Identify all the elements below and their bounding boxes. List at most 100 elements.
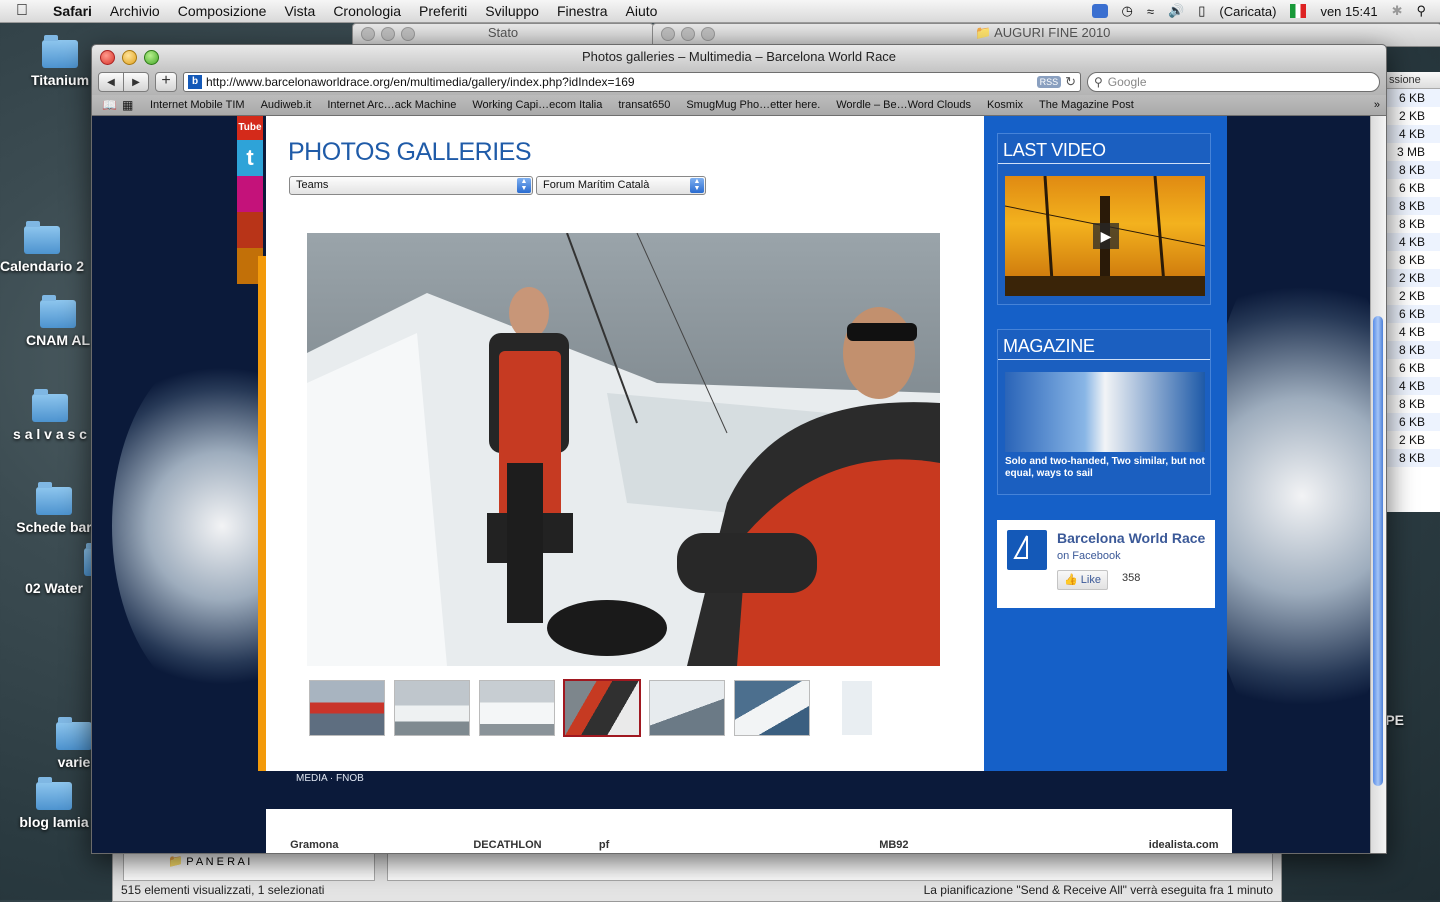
play-icon[interactable]: ▶ bbox=[1093, 223, 1119, 249]
scrollbar-thumb[interactable] bbox=[1373, 316, 1383, 786]
magazine-thumbnail[interactable] bbox=[1005, 372, 1205, 452]
menu-finestra[interactable]: Finestra bbox=[548, 3, 617, 19]
bookmark-item[interactable]: Audiweb.it bbox=[253, 99, 320, 111]
battery-icon[interactable]: ▯ bbox=[1198, 3, 1205, 19]
bluetooth-icon[interactable]: ✱ bbox=[1392, 3, 1403, 19]
wifi-icon[interactable]: ≈ bbox=[1147, 4, 1154, 19]
youtube-icon[interactable]: Tube bbox=[237, 116, 263, 140]
sponsor-logo[interactable]: MB92 bbox=[846, 839, 943, 853]
bookmark-item[interactable]: Wordle – Be…Word Clouds bbox=[828, 99, 979, 111]
volume-icon[interactable]: 🔊 bbox=[1168, 3, 1184, 19]
desktop-icon-blog[interactable]: blog lamia bbox=[4, 777, 104, 830]
magazine-caption[interactable]: Solo and two-handed, Two similar, but no… bbox=[1005, 456, 1205, 480]
spotlight-icon[interactable]: ⚲ bbox=[1416, 3, 1426, 19]
team-select[interactable]: Teams ▲ ▼ bbox=[289, 176, 533, 195]
bookmark-item[interactable]: Working Capi…ecom Italia bbox=[464, 99, 610, 111]
back-button[interactable]: ◀ bbox=[98, 72, 124, 92]
bookmarks-bar: 📖 ▦ Internet Mobile TIM Audiweb.it Inter… bbox=[92, 95, 1386, 116]
url-text[interactable]: http://www.barcelonaworldrace.org/en/mul… bbox=[206, 75, 1033, 89]
sponsor-logo[interactable]: Gramona bbox=[266, 839, 363, 853]
message-pane[interactable] bbox=[387, 853, 1273, 881]
reload-icon[interactable]: ↻ bbox=[1065, 74, 1076, 90]
thumbs-up-icon: 👍 bbox=[1064, 574, 1078, 586]
time-machine-icon[interactable]: ◷ bbox=[1122, 3, 1133, 19]
vertical-scrollbar[interactable] bbox=[1370, 116, 1386, 853]
sponsor-logo[interactable]: pf bbox=[556, 839, 653, 853]
reading-list-icon[interactable]: 📖 bbox=[102, 98, 118, 112]
gallery-thumbnail[interactable] bbox=[649, 680, 725, 736]
sponsor-logo[interactable] bbox=[749, 851, 846, 853]
last-video-thumbnail[interactable]: ▶ bbox=[1005, 176, 1205, 296]
menu-composizione[interactable]: Composizione bbox=[169, 3, 276, 19]
rss-button[interactable]: RSS bbox=[1036, 76, 1062, 88]
menu-cronologia[interactable]: Cronologia bbox=[324, 3, 410, 19]
bookmark-item[interactable]: Internet Mobile TIM bbox=[142, 99, 253, 111]
menu-safari[interactable]: Safari bbox=[44, 3, 101, 19]
bookmark-item[interactable]: transat650 bbox=[610, 99, 678, 111]
desktop-icon-schede[interactable]: Schede bar bbox=[4, 482, 104, 535]
menu-preferiti[interactable]: Preferiti bbox=[410, 3, 476, 19]
column-header[interactable]: ssione bbox=[1385, 72, 1440, 89]
menu-archivio[interactable]: Archivio bbox=[101, 3, 169, 19]
desktop-icon-calendario[interactable]: Calendario 2 bbox=[0, 221, 92, 274]
folder-icon bbox=[36, 777, 72, 810]
gallery-thumbnail[interactable] bbox=[819, 680, 895, 736]
zoom-button[interactable] bbox=[144, 50, 159, 65]
safari-window[interactable]: Photos galleries – Multimedia – Barcelon… bbox=[91, 44, 1387, 854]
file-size-cell: 6 KB bbox=[1385, 89, 1440, 107]
menu-aiuto[interactable]: Aiuto bbox=[617, 3, 667, 19]
mailbox-item[interactable]: P A N E R A I bbox=[186, 856, 250, 868]
top-sites-grid-icon[interactable]: ▦ bbox=[122, 98, 138, 112]
sponsor-logo[interactable]: idealista.com bbox=[1135, 839, 1232, 853]
title-bar[interactable]: Photos galleries – Multimedia – Barcelon… bbox=[92, 45, 1386, 69]
file-size-cell: 8 KB bbox=[1385, 341, 1440, 359]
gallery-thumbnail[interactable] bbox=[479, 680, 555, 736]
gallery-thumbnail[interactable] bbox=[734, 680, 810, 736]
bookmark-item[interactable]: The Magazine Post bbox=[1031, 99, 1142, 111]
file-size-cell: 2 KB bbox=[1385, 269, 1440, 287]
sponsor-logo[interactable] bbox=[942, 851, 1039, 853]
bookmark-item[interactable]: Kosmix bbox=[979, 99, 1031, 111]
gallery-thumbnail[interactable] bbox=[309, 680, 385, 736]
search-field[interactable]: ⚲ Google bbox=[1087, 72, 1380, 92]
clock[interactable]: ven 15:41 bbox=[1320, 4, 1377, 19]
main-gallery-photo[interactable] bbox=[307, 233, 940, 666]
gallery-thumbnail-selected[interactable] bbox=[563, 679, 641, 737]
close-button[interactable] bbox=[100, 50, 115, 65]
gallery-thumbnail[interactable] bbox=[394, 680, 470, 736]
menu-vista[interactable]: Vista bbox=[275, 3, 324, 19]
sponsor-logo[interactable] bbox=[652, 851, 749, 853]
page-title: PHOTOS GALLERIES bbox=[288, 138, 532, 166]
sponsor-logo[interactable] bbox=[1039, 851, 1136, 853]
forward-button[interactable]: ▶ bbox=[123, 72, 149, 92]
menu-bar:  Safari Archivio Composizione Vista Cro… bbox=[0, 0, 1440, 23]
sponsor-logo[interactable]: DECATHLON bbox=[459, 839, 556, 853]
minimize-button[interactable] bbox=[122, 50, 137, 65]
gallery-select[interactable]: Forum Marítim Català ▲ ▼ bbox=[536, 176, 706, 195]
mail-window[interactable]: 📁 P A N E R A I 515 elementi visualizzat… bbox=[112, 850, 1282, 902]
battery-status[interactable]: (Caricata) bbox=[1219, 4, 1276, 19]
menu-sviluppo[interactable]: Sviluppo bbox=[476, 3, 548, 19]
sponsor-logo[interactable] bbox=[363, 851, 460, 853]
desktop-icon-water[interactable]: 02 Water bbox=[4, 543, 104, 596]
magazine-box: MAGAZINE Solo and two-handed, Two simila… bbox=[997, 329, 1211, 495]
file-size-cell: 4 KB bbox=[1385, 377, 1440, 395]
italian-flag-icon[interactable] bbox=[1290, 4, 1307, 18]
select-arrows-icon: ▲ ▼ bbox=[517, 178, 531, 193]
bookmark-item[interactable]: SmugMug Pho…etter here. bbox=[678, 99, 828, 111]
apple-menu-icon[interactable]:  bbox=[0, 2, 44, 20]
footer-breadcrumb[interactable]: MEDIA · FNOB bbox=[296, 773, 364, 784]
facebook-like-button[interactable]: 👍 Like bbox=[1057, 570, 1108, 590]
bookmarks-overflow-icon[interactable]: » bbox=[1374, 99, 1386, 111]
search-placeholder: Google bbox=[1107, 75, 1147, 89]
finder-size-column[interactable]: ssione 6 KB 2 KB 4 KB 3 MB 8 KB 6 KB 8 KB 8 KB 4… bbox=[1384, 72, 1440, 512]
twitter-icon[interactable]: t bbox=[237, 140, 263, 176]
add-bookmark-button[interactable]: + bbox=[155, 72, 177, 92]
sync-icon[interactable] bbox=[1091, 4, 1108, 18]
barcelona-world-race-logo[interactable] bbox=[1007, 530, 1047, 570]
mailbox-list[interactable]: 📁 P A N E R A I bbox=[123, 853, 375, 881]
desktop-icon-salvasc[interactable]: s a l v a s c bbox=[0, 389, 100, 442]
facebook-page-name[interactable]: Barcelona World Race bbox=[1057, 530, 1205, 546]
address-bar[interactable]: b http://www.barcelonaworldrace.org/en/m… bbox=[183, 72, 1081, 92]
bookmark-item[interactable]: Internet Arc…ack Machine bbox=[319, 99, 464, 111]
